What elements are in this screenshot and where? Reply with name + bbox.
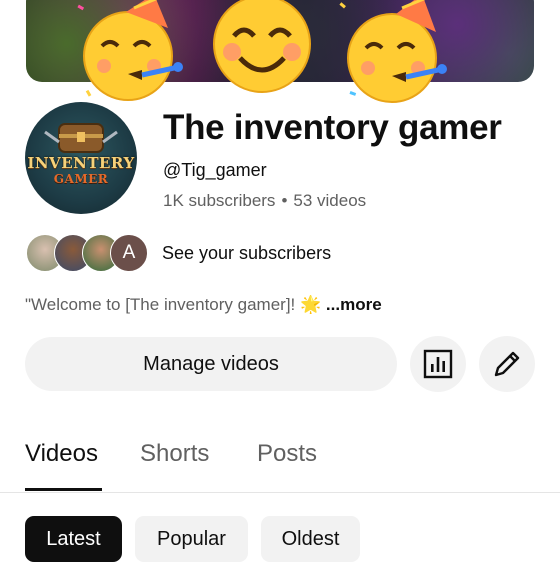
video-count: 53 videos <box>293 191 367 210</box>
see-subscribers-link[interactable]: See your subscribers <box>162 243 331 264</box>
tab-posts[interactable]: Posts <box>257 440 317 468</box>
active-tab-indicator <box>25 488 102 491</box>
analytics-button[interactable] <box>410 336 466 392</box>
chip-popular[interactable]: Popular <box>135 516 248 562</box>
tab-videos[interactable]: Videos <box>25 440 98 468</box>
more-link[interactable]: ...more <box>326 295 382 314</box>
avatar-subtext: GAMER <box>53 172 109 186</box>
avatar-text: INVENTERY <box>27 154 135 172</box>
subscriber-avatars[interactable]: A <box>26 234 156 272</box>
description-text: "Welcome to [The inventory gamer]! 🌟 <box>25 295 322 314</box>
analytics-icon <box>423 349 453 379</box>
chip-oldest[interactable]: Oldest <box>261 516 360 562</box>
pencil-icon <box>494 351 520 377</box>
channel-banner <box>26 0 534 82</box>
subscriber-avatar-initial: A <box>110 234 148 272</box>
channel-title: The inventory gamer <box>163 108 502 147</box>
channel-description[interactable]: "Welcome to [The inventory gamer]! 🌟 ...… <box>25 295 382 315</box>
separator-dot: • <box>281 191 288 210</box>
subscriber-count: 1K subscribers <box>163 191 276 210</box>
edit-channel-button[interactable] <box>479 336 535 392</box>
channel-handle: @Tig_gamer <box>163 160 267 180</box>
tab-shorts[interactable]: Shorts <box>140 440 209 468</box>
chip-latest[interactable]: Latest <box>25 516 122 562</box>
channel-avatar[interactable]: INVENTERY GAMER <box>25 102 137 214</box>
channel-stats: 1K subscribers • 53 videos <box>163 191 366 211</box>
channel-tabs: Videos Shorts Posts <box>0 436 560 493</box>
manage-videos-button[interactable]: Manage videos <box>25 337 397 391</box>
